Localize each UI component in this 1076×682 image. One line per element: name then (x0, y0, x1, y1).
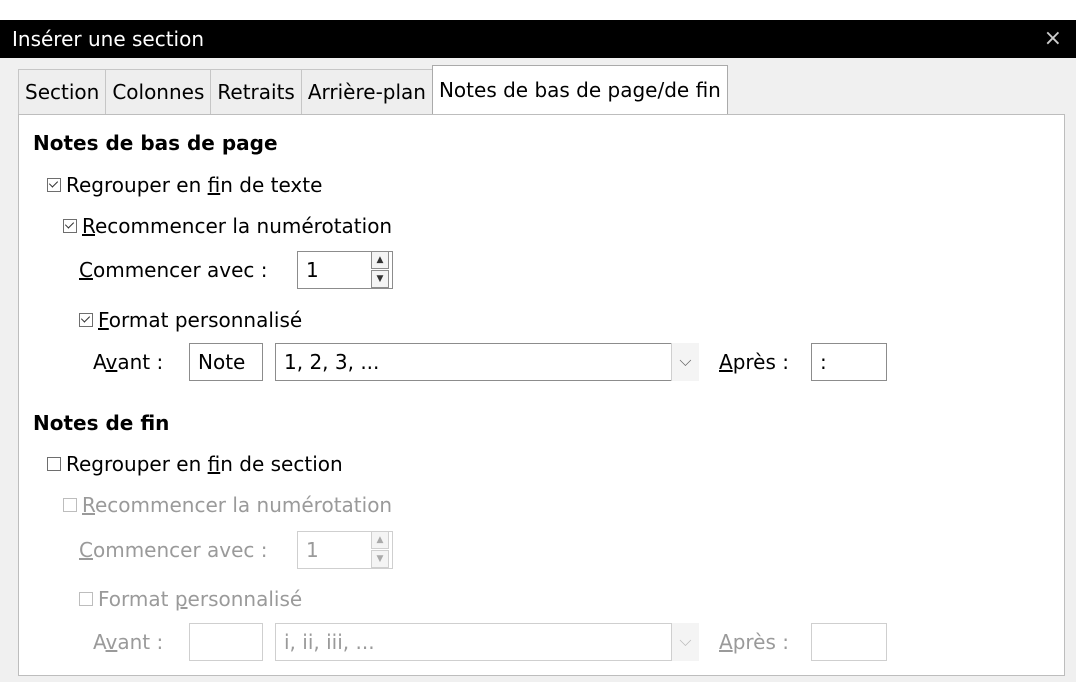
checkbox-checked-icon[interactable] (79, 313, 93, 327)
tab-panel: Notes de bas de page Regrouper en fin de… (18, 114, 1065, 676)
footnotes-start-spinner[interactable]: ▲ ▼ (371, 251, 391, 289)
spin-down-icon[interactable]: ▼ (371, 270, 389, 288)
checkbox-label: Recommencer la numérotation (82, 493, 393, 517)
tab-footnotes-endnotes[interactable]: Notes de bas de page/de fin (431, 65, 728, 114)
checkbox-checked-icon[interactable] (47, 178, 61, 192)
endnotes-custom-format-checkbox[interactable]: Format personnalisé (79, 587, 302, 611)
chevron-down-icon[interactable]: ⌵ (671, 623, 699, 661)
chevron-down-icon[interactable]: ⌵ (671, 343, 699, 381)
footnotes-after-input[interactable]: : (811, 343, 887, 381)
title-bar: Insérer une section × (0, 0, 1076, 58)
checkbox-unchecked-icon[interactable] (47, 457, 61, 471)
footnotes-format-select[interactable]: 1, 2, 3, ... (275, 343, 699, 381)
spin-up-icon[interactable]: ▲ (371, 251, 389, 269)
endnotes-format-select[interactable]: i, ii, iii, ... (275, 623, 699, 661)
endnotes-before-input[interactable] (189, 623, 263, 661)
footnotes-start-label: Commencer avec : (79, 258, 268, 282)
tab-columns[interactable]: Colonnes (105, 69, 212, 114)
checkbox-label: Regrouper en fin de texte (66, 173, 323, 197)
close-icon[interactable]: × (1044, 24, 1062, 54)
checkbox-label: Recommencer la numérotation (82, 214, 393, 238)
footnotes-before-label: Avant : (93, 350, 164, 374)
tab-background[interactable]: Arrière-plan (300, 69, 433, 114)
checkbox-label: Regrouper en fin de section (66, 452, 343, 476)
checkbox-checked-icon[interactable] (63, 219, 77, 233)
footnotes-before-input[interactable]: Note (189, 343, 263, 381)
spin-up-icon[interactable]: ▲ (371, 531, 389, 549)
insert-section-dialog: Insérer une section × Section Colonnes R… (0, 0, 1076, 682)
endnotes-heading: Notes de fin (33, 411, 170, 435)
endnotes-start-spinner[interactable]: ▲ ▼ (371, 531, 391, 569)
checkbox-unchecked-icon[interactable] (63, 498, 77, 512)
endnotes-start-label: Commencer avec : (79, 538, 268, 562)
tab-indents[interactable]: Retraits (210, 69, 302, 114)
endnotes-after-label: Après : (719, 630, 789, 654)
endnotes-collect-checkbox[interactable]: Regrouper en fin de section (47, 452, 343, 476)
footnotes-heading: Notes de bas de page (33, 131, 278, 155)
endnotes-restart-checkbox[interactable]: Recommencer la numérotation (63, 493, 392, 517)
checkbox-label: Format personnalisé (98, 308, 303, 332)
footnotes-after-label: Après : (719, 350, 789, 374)
endnotes-before-label: Avant : (93, 630, 164, 654)
tab-section[interactable]: Section (18, 69, 107, 114)
footnotes-restart-checkbox[interactable]: Recommencer la numérotation (63, 214, 392, 238)
checkbox-unchecked-icon[interactable] (79, 592, 93, 606)
footnotes-custom-format-checkbox[interactable]: Format personnalisé (79, 308, 302, 332)
footnotes-collect-checkbox[interactable]: Regrouper en fin de texte (47, 173, 322, 197)
dialog-title: Insérer une section (12, 27, 205, 51)
spin-down-icon[interactable]: ▼ (371, 550, 389, 568)
endnotes-after-input[interactable] (811, 623, 887, 661)
checkbox-label: Format personnalisé (98, 587, 303, 611)
tab-bar: Section Colonnes Retraits Arrière-plan N… (18, 65, 728, 114)
